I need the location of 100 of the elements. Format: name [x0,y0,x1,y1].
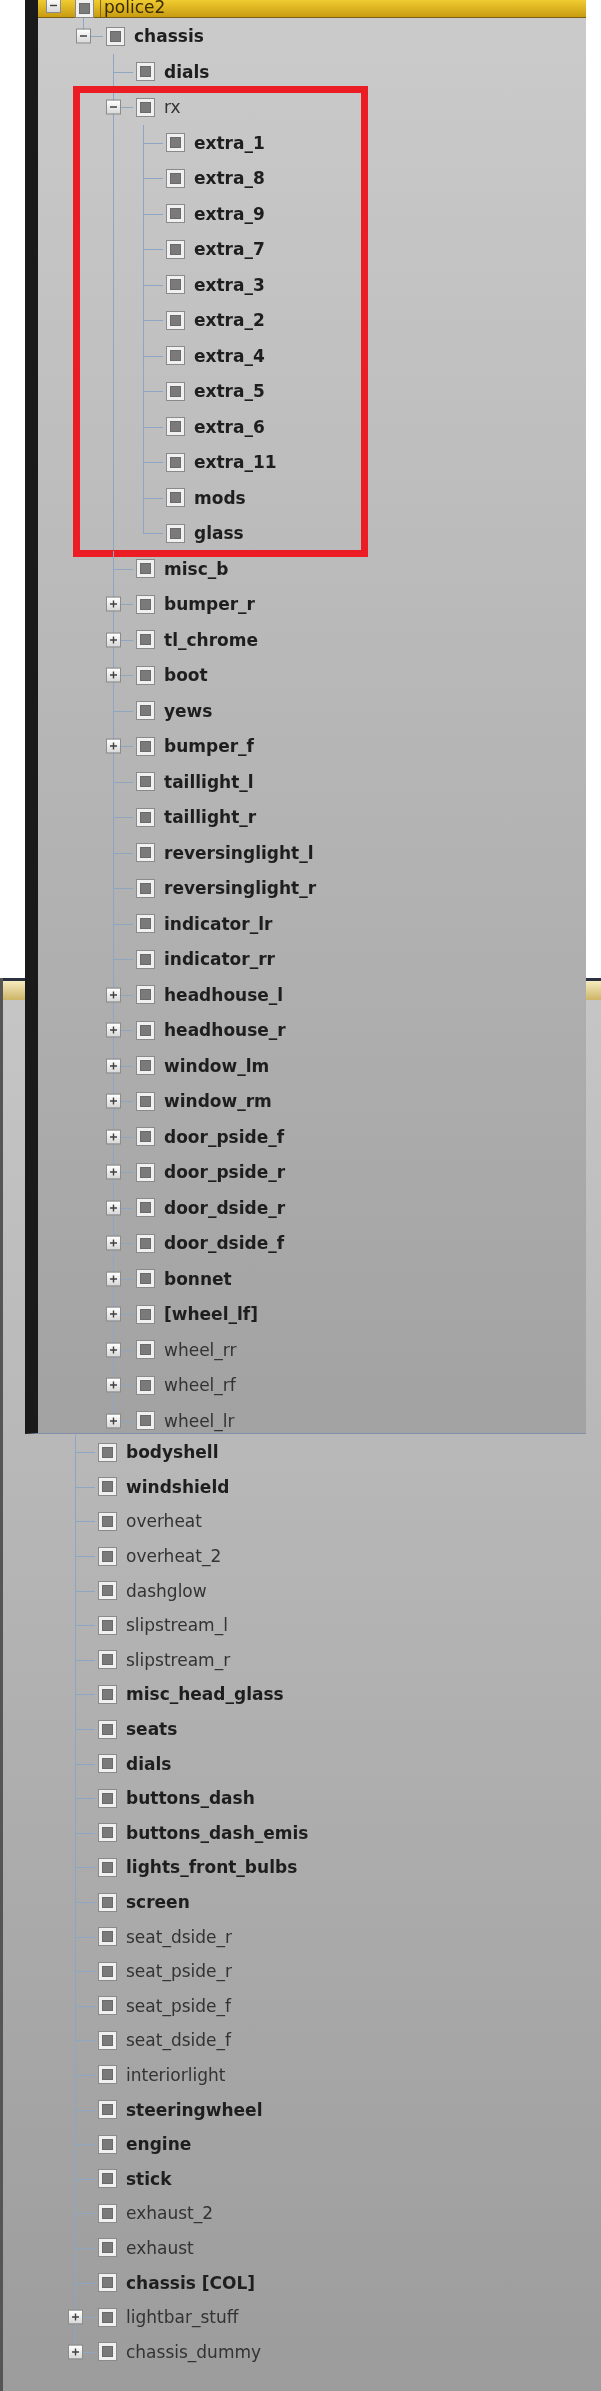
expand-button[interactable] [106,1058,121,1073]
expand-button[interactable] [106,1342,121,1357]
checkbox[interactable] [98,1477,117,1497]
node-label[interactable]: screen [126,1891,190,1913]
node-label[interactable]: reversinglight_l [164,841,314,864]
node-label[interactable]: wheel_rr [164,1338,237,1361]
node-label[interactable]: extra_8 [194,167,265,189]
checkbox[interactable] [98,2065,117,2085]
checkbox[interactable] [136,1340,155,1359]
node-label[interactable]: seat_dside_r [126,1925,232,1948]
checkbox[interactable] [98,1546,117,1566]
node-label[interactable]: headhouse_l [164,983,284,1006]
checkbox[interactable] [166,275,185,294]
checkbox[interactable] [136,1304,155,1324]
checkbox[interactable] [136,97,155,117]
node-label[interactable]: exhaust_2 [126,2202,214,2225]
node-label[interactable]: dials [126,1752,172,1775]
checkbox[interactable] [136,1091,155,1111]
checkbox[interactable] [98,1719,117,1739]
node-label[interactable]: extra_3 [194,273,265,296]
node-label[interactable]: extra_1 [194,131,265,154]
expand-button[interactable] [106,1164,121,1180]
expand-button[interactable] [106,1413,121,1428]
expand-button[interactable] [106,1235,121,1251]
checkbox[interactable] [98,1892,117,1912]
expand-button[interactable] [106,1200,121,1215]
checkbox[interactable] [136,807,155,827]
checkbox[interactable] [136,914,155,933]
checkbox[interactable] [75,0,94,18]
node-label[interactable]: overheat_2 [126,1545,222,1568]
checkbox[interactable] [98,2100,117,2120]
node-label[interactable]: wheel_rf [164,1374,236,1396]
node-label[interactable]: misc_head_glass [126,1683,284,1706]
checkbox[interactable] [136,594,155,614]
expand-button[interactable] [106,1306,121,1322]
checkbox[interactable] [166,310,185,330]
node-label[interactable]: lights_front_bulbs [126,1856,298,1879]
node-label[interactable]: overheat [126,1510,202,1533]
checkbox[interactable] [98,1857,117,1877]
node-label[interactable]: tl_chrome [164,628,258,651]
node-label[interactable]: extra_4 [194,344,265,367]
checkbox[interactable] [98,2134,117,2154]
checkbox[interactable] [98,2169,117,2189]
node-label[interactable]: glass [194,522,244,544]
expand-button[interactable] [68,2344,83,2360]
node-label[interactable]: extra_5 [194,380,265,402]
node-label[interactable]: bumper_r [164,593,255,615]
node-label[interactable]: slipstream_l [126,1614,228,1637]
node-label[interactable]: indicator_rr [164,948,275,970]
checkbox[interactable] [98,1650,117,1670]
checkbox[interactable] [98,1961,117,1981]
expand-button[interactable] [68,2309,83,2325]
checkbox[interactable] [166,346,185,365]
node-label[interactable]: wheel_lr [164,1409,235,1432]
checkbox[interactable] [136,843,155,862]
expand-button[interactable] [106,1271,121,1286]
checkbox[interactable] [166,168,185,188]
checkbox[interactable] [166,381,185,401]
expand-button[interactable] [106,1093,121,1109]
node-label[interactable]: seats [126,1718,178,1741]
checkbox[interactable] [98,1927,117,1947]
expand-button[interactable] [106,1129,121,1144]
node-label[interactable]: window_rm [164,1090,272,1112]
checkbox[interactable] [98,1996,117,2016]
node-label[interactable]: window_lm [164,1054,270,1077]
checkbox[interactable] [98,2307,117,2327]
expand-button[interactable] [106,596,121,612]
node-label[interactable]: bumper_f [164,735,254,757]
collapse-button[interactable] [76,28,91,44]
checkbox[interactable] [136,985,155,1004]
node-label[interactable]: bonnet [164,1267,232,1290]
node-label[interactable]: misc_b [164,557,229,580]
checkbox[interactable] [98,1442,117,1462]
node-label[interactable]: door_pside_r [164,1161,286,1183]
checkbox[interactable] [136,559,155,578]
checkbox[interactable] [166,452,185,472]
checkbox[interactable] [106,26,125,46]
node-label[interactable]: extra_2 [194,309,265,331]
node-label[interactable]: buttons_dash [126,1787,255,1810]
node-label[interactable]: yews [164,699,213,722]
checkbox[interactable] [98,1684,117,1704]
checkbox[interactable] [98,2342,117,2362]
checkbox[interactable] [136,1411,155,1430]
checkbox[interactable] [136,736,155,756]
checkbox[interactable] [136,1162,155,1182]
checkbox[interactable] [136,772,155,791]
node-label[interactable]: boot [164,664,208,686]
node-label[interactable]: exhaust [126,2236,194,2259]
checkbox[interactable] [136,949,155,969]
node-label[interactable]: taillight_r [164,806,257,828]
expand-button[interactable] [106,667,121,683]
node-label[interactable]: bodyshell [126,1441,219,1464]
node-label[interactable]: [wheel_lf] [164,1303,258,1325]
checkbox[interactable] [98,2203,117,2223]
node-label[interactable]: headhouse_r [164,1019,286,1041]
node-label[interactable]: extra_7 [194,238,265,260]
node-label[interactable]: buttons_dash_emis [126,1821,309,1844]
checkbox[interactable] [166,239,185,259]
checkbox[interactable] [166,417,185,436]
node-label[interactable]: extra_9 [194,202,265,225]
